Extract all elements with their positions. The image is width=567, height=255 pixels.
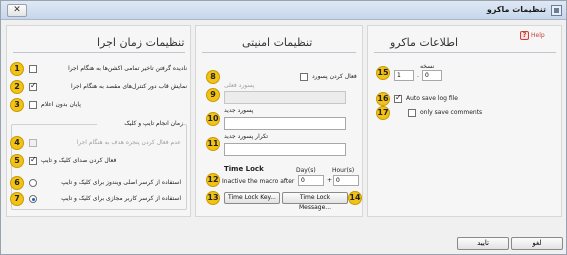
auto-save-log-label: Auto save log file bbox=[406, 95, 458, 102]
security-separator bbox=[202, 52, 356, 53]
version-major-spinner[interactable]: 1 bbox=[394, 70, 414, 81]
virtual-cursor-label: استفاده از کرسر کاربر مجازی برای کلیک و … bbox=[61, 195, 181, 202]
macro-info-title: اطلاعات ماکرو bbox=[390, 36, 459, 49]
auto-save-log-checkbox[interactable] bbox=[394, 93, 402, 103]
days-spinner[interactable]: 0 bbox=[298, 175, 324, 186]
ignore-delay-checkbox[interactable] bbox=[29, 65, 37, 73]
security-settings-panel: تنظیمات امنیتی 8 فعال کردن پسورد 9 پسورد… bbox=[195, 25, 363, 217]
badge-17: 17 bbox=[376, 106, 390, 120]
version-label: نسخه bbox=[420, 63, 435, 70]
badge-9: 9 bbox=[206, 88, 220, 102]
badge-14: 14 bbox=[348, 191, 362, 205]
badge-10: 10 bbox=[206, 112, 220, 126]
badge-16: 16 bbox=[376, 92, 390, 106]
time-lock-key-button[interactable]: Time Lock Key... bbox=[224, 192, 280, 204]
repeat-password-label: تکرار پسورد جدید bbox=[224, 133, 269, 140]
show-target-frame-label: نمایش قاب دور کنترل‌های مقصد به هنگام اج… bbox=[71, 83, 187, 90]
version-minor-spinner[interactable]: 0 bbox=[422, 70, 442, 81]
title-bar: ✕ تنظیمات ماکرو bbox=[1, 1, 566, 20]
badge-3: 3 bbox=[10, 98, 24, 112]
ok-button[interactable]: تایید bbox=[457, 237, 509, 250]
hours-label: Hour(s) bbox=[332, 167, 355, 174]
help-link[interactable]: Help bbox=[531, 32, 545, 39]
no-activate-window-checkbox[interactable] bbox=[29, 139, 37, 147]
time-lock-message-button[interactable]: Time Lock Message... bbox=[282, 192, 348, 211]
app-icon bbox=[551, 5, 562, 16]
version-dot: . bbox=[417, 72, 419, 79]
badge-12: 12 bbox=[206, 173, 220, 187]
repeat-password-input[interactable] bbox=[224, 143, 346, 156]
badge-15: 15 bbox=[376, 66, 390, 80]
badge-5: 5 bbox=[10, 154, 24, 168]
ignore-delay-label: نادیده گرفتن تاخیر تمامی اکشن‌ها به هنگا… bbox=[68, 65, 187, 72]
badge-6: 6 bbox=[10, 176, 24, 190]
execution-separator bbox=[13, 52, 185, 53]
badge-13: 13 bbox=[206, 191, 220, 205]
silent-finish-checkbox[interactable] bbox=[29, 101, 37, 109]
only-save-comments-label: only save comments bbox=[420, 109, 483, 116]
new-password-label: پسورد جدید bbox=[224, 107, 254, 114]
show-target-frame-checkbox[interactable] bbox=[29, 81, 37, 91]
click-sound-label: فعال کردن صدای کلیک و تایپ bbox=[41, 157, 117, 164]
hours-spinner[interactable]: 0 bbox=[333, 175, 359, 186]
security-settings-title: تنظیمات امنیتی bbox=[242, 36, 313, 49]
badge-8: 8 bbox=[206, 70, 220, 84]
macro-info-separator bbox=[374, 52, 556, 53]
real-cursor-label: استفاده از کرسر اصلی ویندوز برای کلیک و … bbox=[61, 179, 181, 186]
execution-settings-title: تنظیمات زمان اجرا bbox=[97, 36, 185, 49]
real-cursor-radio[interactable] bbox=[29, 179, 37, 187]
enable-password-checkbox[interactable] bbox=[300, 73, 308, 81]
inactive-after-label: Inactive the macro after bbox=[222, 178, 295, 185]
badge-1: 1 bbox=[10, 62, 24, 76]
plus-sign: + bbox=[327, 177, 333, 184]
cancel-button[interactable]: لغو bbox=[511, 237, 563, 250]
time-lock-title: Time Lock bbox=[224, 165, 264, 173]
badge-7: 7 bbox=[10, 192, 24, 206]
current-password-label: پسورد فعلی bbox=[224, 82, 255, 89]
click-sound-checkbox[interactable] bbox=[29, 155, 37, 165]
no-activate-window-label: عدم فعال کردن پنجره هدف به هنگام اجرا bbox=[76, 139, 181, 146]
close-button[interactable]: ✕ bbox=[7, 4, 27, 17]
macro-settings-window: ✕ تنظیمات ماکرو تنظیمات زمان اجرا 1 نادی… bbox=[0, 0, 567, 255]
badge-11: 11 bbox=[206, 137, 220, 151]
macro-info-panel: اطلاعات ماکرو ? Help 15 نسخه 1 . 0 16 Au… bbox=[367, 25, 562, 217]
help-icon[interactable]: ? bbox=[520, 31, 529, 40]
typing-click-group-title: زمان انجام تایپ و کلیک bbox=[97, 120, 183, 127]
days-label: Day(s) bbox=[296, 167, 316, 174]
window-title: تنظیمات ماکرو bbox=[486, 5, 546, 14]
badge-4: 4 bbox=[10, 136, 24, 150]
current-password-input[interactable] bbox=[224, 91, 346, 104]
only-save-comments-checkbox[interactable] bbox=[408, 109, 416, 117]
execution-settings-panel: تنظیمات زمان اجرا 1 نادیده گرفتن تاخیر ت… bbox=[6, 25, 191, 217]
new-password-input[interactable] bbox=[224, 117, 346, 130]
badge-2: 2 bbox=[10, 80, 24, 94]
silent-finish-label: پایان بدون اعلام bbox=[41, 101, 81, 108]
enable-password-label: فعال کردن پسورد bbox=[312, 73, 357, 80]
virtual-cursor-radio[interactable] bbox=[29, 195, 37, 203]
